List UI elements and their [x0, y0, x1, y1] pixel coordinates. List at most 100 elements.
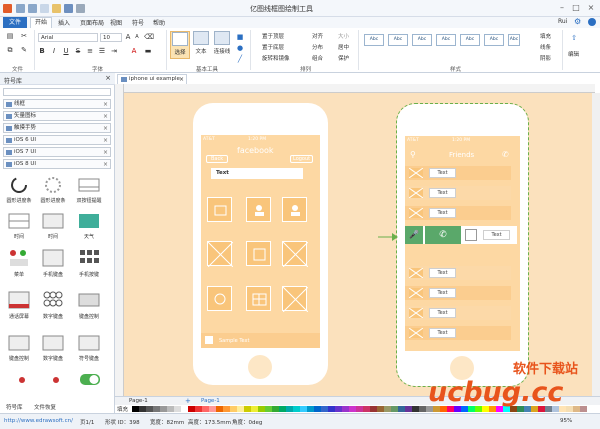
website-link[interactable]: http://www.edrawsoft.cn/	[4, 418, 73, 424]
grid-tile[interactable]	[246, 286, 271, 311]
color-swatch[interactable]	[342, 406, 349, 412]
color-swatch[interactable]	[286, 406, 293, 412]
home-button[interactable]	[248, 355, 272, 379]
group-button[interactable]: 组合	[312, 54, 323, 62]
color-swatch[interactable]	[335, 406, 342, 412]
row-text-button[interactable]: Text	[429, 188, 456, 198]
profile-tile[interactable]	[282, 197, 307, 222]
shape-weather[interactable]: 天气	[74, 212, 104, 240]
color-swatch[interactable]	[307, 406, 314, 412]
print-icon[interactable]	[76, 4, 85, 13]
row-text-button[interactable]: Text	[483, 230, 510, 240]
library-category[interactable]: iOS 7 UI ×	[3, 147, 111, 157]
call-action[interactable]: ✆	[425, 226, 461, 244]
row-text-button[interactable]: Text	[429, 168, 456, 178]
distribute-button[interactable]: 分布	[312, 43, 323, 51]
friend-row[interactable]: Text	[405, 286, 511, 300]
library-category[interactable]: iOS 6 UI ×	[3, 135, 111, 145]
tab-page-layout[interactable]: 页面布局	[80, 18, 104, 27]
color-swatch[interactable]	[321, 406, 328, 412]
copy-icon[interactable]: ⧉	[6, 46, 14, 54]
rotate-mirror-button[interactable]: 旋转和镜像	[262, 54, 290, 62]
color-swatch[interactable]	[398, 406, 405, 412]
photo-tile[interactable]	[207, 197, 232, 222]
friend-row[interactable]: Text	[405, 186, 511, 200]
row-text-button[interactable]: Text	[429, 268, 456, 278]
color-swatch[interactable]	[391, 406, 398, 412]
file-recovery-tab[interactable]: 文件恢复	[34, 403, 56, 411]
close-button[interactable]: ×	[584, 2, 598, 14]
undo-icon[interactable]	[16, 4, 25, 13]
style-preset-1[interactable]: Abc	[364, 34, 384, 46]
color-swatch[interactable]	[139, 406, 146, 412]
highlight-icon[interactable]: ▬	[144, 47, 152, 55]
color-swatch[interactable]	[265, 406, 272, 412]
row-text-button[interactable]: Text	[429, 308, 456, 318]
edit-button[interactable]: 编辑	[568, 50, 579, 58]
shape-time-2[interactable]: 时间	[38, 212, 68, 240]
phone-call-icon[interactable]: ✆	[502, 150, 509, 159]
iphone-mockup-left[interactable]: AT&T 1:20 PM facebook Back Logout Text S…	[193, 103, 328, 385]
placeholder-tile[interactable]	[282, 241, 308, 267]
bullets-icon[interactable]: ≡	[86, 47, 94, 55]
style-preset-7[interactable]: Abc	[508, 34, 520, 46]
font-name-select[interactable]: Arial	[38, 33, 98, 42]
color-swatch[interactable]	[160, 406, 167, 412]
protect-button[interactable]: 保护	[338, 54, 349, 62]
swipe-row-actions[interactable]: 🎤 ✆ Text	[405, 226, 517, 244]
row-text-button[interactable]: Text	[429, 288, 456, 298]
open-file-icon[interactable]	[52, 4, 61, 13]
shape-keyboard-control[interactable]: 键盘控制	[74, 290, 104, 320]
tab-symbols[interactable]: 符号	[132, 18, 144, 27]
search-box[interactable]: Text	[211, 168, 303, 179]
style-preset-2[interactable]: Abc	[388, 34, 408, 46]
color-swatch[interactable]	[258, 406, 265, 412]
shape-keyboard-control-2[interactable]: 键盘控制	[4, 334, 34, 362]
bring-to-front-button[interactable]: 置于顶层	[262, 32, 284, 40]
text-tool-button[interactable]: 文本	[191, 31, 211, 59]
shape-dual-button-alert[interactable]: 双按钮提醒	[74, 176, 104, 204]
close-icon[interactable]: ×	[103, 160, 108, 169]
edit-tile[interactable]	[246, 241, 271, 266]
mic-action[interactable]: 🎤	[405, 226, 423, 244]
shadow-button[interactable]: 阴影	[540, 54, 551, 62]
cut-icon[interactable]: ✂	[20, 32, 28, 40]
maximize-button[interactable]: □	[569, 2, 583, 14]
style-preset-4[interactable]: Abc	[436, 34, 456, 46]
shape-number-keyboard[interactable]: 数字键盘	[38, 334, 68, 362]
center-button[interactable]: 居中	[338, 43, 349, 51]
fill-button[interactable]: 填充	[540, 32, 551, 40]
shape-phone-keyboard[interactable]: 手机键盘	[38, 248, 68, 278]
format-painter-icon[interactable]: ✎	[20, 46, 28, 54]
library-tab[interactable]: 符号库	[6, 403, 23, 411]
line-icon[interactable]: ╱	[236, 55, 244, 63]
color-swatch[interactable]	[195, 406, 202, 412]
library-category[interactable]: 线框 ×	[3, 99, 111, 109]
strikethrough-icon[interactable]: S	[74, 47, 82, 55]
color-swatch[interactable]	[349, 406, 356, 412]
close-icon[interactable]: ×	[103, 124, 108, 133]
shape-number-keypad[interactable]: 数字键盘	[38, 290, 68, 320]
minimize-button[interactable]: –	[555, 2, 569, 14]
friend-row[interactable]: Text	[405, 326, 511, 340]
new-file-icon[interactable]	[40, 4, 49, 13]
page-tab-active[interactable]: Page-1	[201, 398, 220, 404]
color-swatch[interactable]	[363, 406, 370, 412]
ellipse-icon[interactable]: ●	[236, 44, 244, 52]
iphone-mockup-right[interactable]: AT&T 1:20 PM ⚲ Friends ✆ Text Text Text Tex…	[396, 103, 529, 387]
color-swatch[interactable]	[188, 406, 195, 412]
placeholder-tile[interactable]	[207, 241, 233, 267]
size-button[interactable]: 大小	[338, 32, 349, 40]
rectangle-icon[interactable]: ■	[236, 33, 244, 41]
shape-time-1[interactable]: 时间	[4, 212, 34, 240]
color-swatch[interactable]	[384, 406, 391, 412]
font-color-icon[interactable]: A	[130, 47, 138, 55]
style-preset-5[interactable]: Abc	[460, 34, 480, 46]
color-swatch[interactable]	[356, 406, 363, 412]
color-swatch[interactable]	[202, 406, 209, 412]
font-size-select[interactable]: 10	[100, 33, 122, 42]
friends-tile[interactable]	[246, 197, 271, 222]
footer-checkbox[interactable]	[205, 336, 213, 344]
connector-tool-button[interactable]: 连接线	[211, 31, 233, 59]
color-swatch[interactable]	[272, 406, 279, 412]
